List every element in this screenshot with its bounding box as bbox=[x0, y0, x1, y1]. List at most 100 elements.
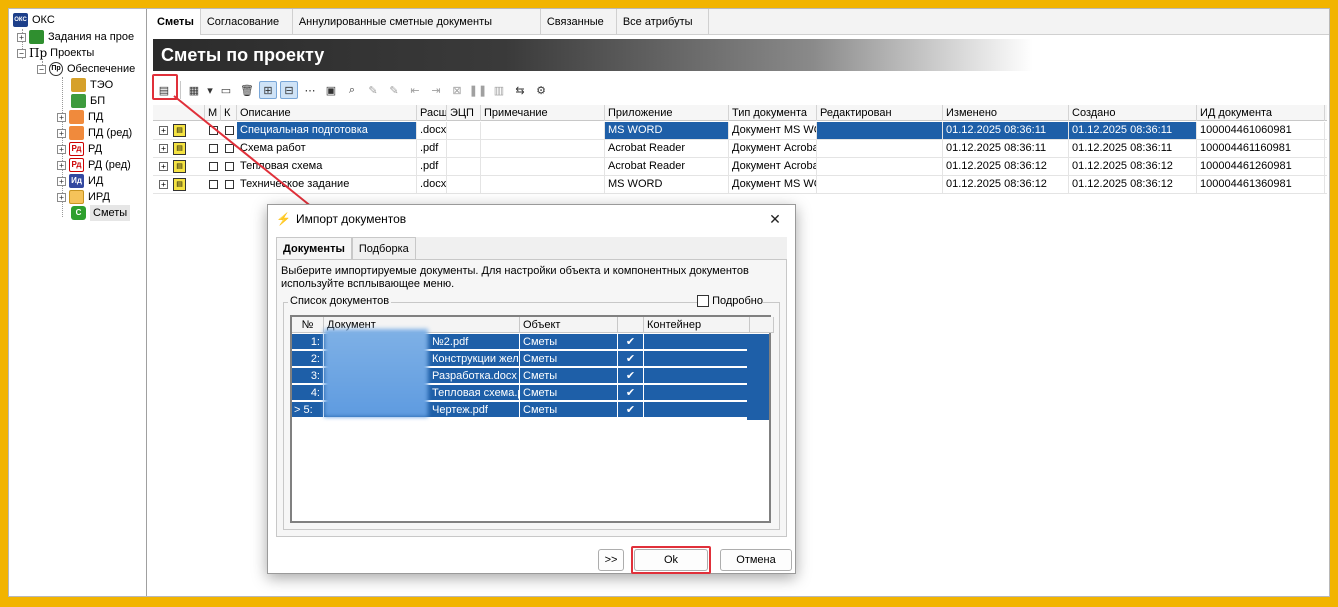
expand-icon[interactable]: + bbox=[159, 180, 168, 189]
tab-all-attributes[interactable]: Все атрибуты bbox=[617, 9, 709, 35]
tree-item-support[interactable]: − Пр Обеспечение bbox=[37, 61, 135, 77]
expand-icon[interactable]: + bbox=[57, 128, 66, 138]
expand-icon[interactable]: + bbox=[57, 144, 66, 154]
card-icon[interactable]: ▭ bbox=[217, 81, 235, 99]
document-icon[interactable]: ▣ bbox=[322, 81, 340, 99]
tab-documents[interactable]: Документы bbox=[276, 237, 352, 261]
expand-icon[interactable]: + bbox=[159, 162, 168, 171]
check-icon[interactable]: ✔ bbox=[618, 334, 644, 350]
expand-icon[interactable]: + bbox=[57, 112, 66, 122]
cell-type: Документ MS WO bbox=[729, 122, 817, 139]
checkbox-k[interactable] bbox=[225, 180, 234, 189]
document-search-icon[interactable]: ⌕ bbox=[343, 81, 361, 99]
tree-item-rd[interactable]: + Рд РД bbox=[57, 141, 102, 157]
import-documents-grid[interactable]: № Документ Объект Контейнер 1: №2.pdf См… bbox=[290, 315, 774, 523]
tab-approval[interactable]: Согласование bbox=[201, 9, 293, 35]
view-grid-icon[interactable]: ▦ bbox=[185, 81, 203, 99]
settings-doc-icon[interactable]: ⚙ bbox=[532, 81, 550, 99]
edit-search-icon[interactable]: ✎ bbox=[385, 81, 403, 99]
checkbox-icon[interactable] bbox=[697, 295, 710, 307]
tree-item-smety[interactable]: С Сметы bbox=[71, 205, 131, 221]
table-row[interactable]: + ▤ Тепловая схема .pdf Acrobat Reader Д… bbox=[153, 158, 1327, 176]
tree-item-rd-red[interactable]: + Рд РД (ред) bbox=[57, 157, 131, 173]
dots-icon[interactable]: ⋯ bbox=[301, 81, 319, 99]
tree-item-pd-red[interactable]: + ПД (ред) bbox=[57, 125, 132, 141]
trash-icon[interactable]: 🗑 bbox=[238, 81, 256, 99]
tree-item-projects[interactable]: − Пр Проекты bbox=[17, 45, 94, 61]
expand-icon[interactable]: + bbox=[57, 192, 66, 202]
col-num[interactable]: № bbox=[292, 317, 324, 333]
expand-icon[interactable]: + bbox=[159, 144, 168, 153]
rd-icon: Рд bbox=[69, 142, 84, 156]
check-icon[interactable]: ✔ bbox=[618, 351, 644, 367]
expand-icon[interactable]: + bbox=[57, 176, 66, 186]
collapse-icon[interactable]: − bbox=[37, 64, 46, 74]
expand-icon[interactable]: + bbox=[57, 160, 66, 170]
more-button[interactable]: >> bbox=[598, 549, 624, 571]
checkbox-m[interactable] bbox=[209, 144, 218, 153]
col-app[interactable]: Приложение bbox=[605, 105, 729, 121]
col-m[interactable]: М bbox=[205, 105, 221, 121]
remove-icon[interactable]: ⊠ bbox=[448, 81, 466, 99]
checkbox-k[interactable] bbox=[225, 126, 234, 135]
checkbox-m[interactable] bbox=[209, 162, 218, 171]
expand-icon[interactable]: + bbox=[17, 32, 26, 42]
collapse-icon[interactable]: − bbox=[17, 48, 26, 58]
project-tree[interactable]: ОКС ОКС + Задания на прое − Пр Проекты −… bbox=[9, 9, 147, 596]
tree-item-id[interactable]: + Ид ИД bbox=[57, 173, 103, 189]
tree-view-icon[interactable]: ⊞ bbox=[259, 81, 277, 99]
checkbox-m[interactable] bbox=[209, 126, 218, 135]
table-row[interactable]: + ▤ Схема работ .pdf Acrobat Reader Доку… bbox=[153, 140, 1327, 158]
check-icon[interactable]: ✔ bbox=[618, 385, 644, 401]
col-description[interactable]: Описание bbox=[237, 105, 417, 121]
documents-grid[interactable]: М К Описание Расш ЭЦП Примечание Приложе… bbox=[153, 105, 1327, 194]
export-icon[interactable]: ⇤ bbox=[406, 81, 424, 99]
stack-icon[interactable]: ▥ bbox=[490, 81, 508, 99]
col-created[interactable]: Создано bbox=[1069, 105, 1197, 121]
scrollbar[interactable] bbox=[747, 334, 769, 420]
table-row[interactable]: + ▤ Техническое задание .docx MS WORD До… bbox=[153, 176, 1327, 194]
tab-cancelled[interactable]: Аннулированные сметные документы bbox=[293, 9, 541, 35]
col-edited[interactable]: Редактирован bbox=[817, 105, 943, 121]
col-check[interactable] bbox=[618, 317, 644, 333]
pause-icon[interactable]: ❚❚ bbox=[469, 81, 487, 99]
tree-item-tasks[interactable]: + Задания на прое bbox=[17, 29, 134, 45]
hierarchy-icon[interactable]: ⊟ bbox=[280, 81, 298, 99]
cell-id: 100004461260981 bbox=[1197, 158, 1325, 175]
tree-item-pd[interactable]: + ПД bbox=[57, 109, 103, 125]
check-icon[interactable]: ✔ bbox=[618, 402, 644, 418]
dialog-tabs: Документы Подборка bbox=[276, 237, 416, 261]
tree-item-oks[interactable]: ОКС ОКС bbox=[13, 12, 55, 28]
checkbox-k[interactable] bbox=[225, 162, 234, 171]
tree-item-ird[interactable]: + ИРД bbox=[57, 189, 110, 205]
detail-checkbox[interactable]: Подробно bbox=[697, 295, 763, 307]
edit-icon[interactable]: ✎ bbox=[364, 81, 382, 99]
chevron-down-icon[interactable]: ▾ bbox=[206, 81, 214, 99]
table-row[interactable]: + ▤ Специальная подготовка .docx MS WORD… bbox=[153, 122, 1327, 140]
project-icon: Пр bbox=[29, 46, 48, 60]
col-object[interactable]: Объект bbox=[520, 317, 618, 333]
col-signature[interactable]: ЭЦП bbox=[447, 105, 481, 121]
tree-item-teo[interactable]: ТЭО bbox=[71, 77, 113, 93]
col-changed[interactable]: Изменено bbox=[943, 105, 1069, 121]
col-ext[interactable]: Расш bbox=[417, 105, 447, 121]
cancel-button[interactable]: Отмена bbox=[720, 549, 792, 571]
swap-icon[interactable]: ⇆ bbox=[511, 81, 529, 99]
col-note[interactable]: Примечание bbox=[481, 105, 605, 121]
col-k[interactable]: К bbox=[221, 105, 237, 121]
col-container[interactable]: Контейнер bbox=[644, 317, 750, 333]
tree-item-label: ОКС bbox=[32, 14, 55, 26]
import-doc-icon[interactable]: ⇥ bbox=[427, 81, 445, 99]
tree-item-bp[interactable]: БП bbox=[71, 93, 105, 109]
checkbox-k[interactable] bbox=[225, 144, 234, 153]
col-doc-id[interactable]: ИД документа bbox=[1197, 105, 1325, 121]
tab-selection[interactable]: Подборка bbox=[351, 237, 416, 259]
check-icon[interactable]: ✔ bbox=[618, 368, 644, 384]
checkbox-m[interactable] bbox=[209, 180, 218, 189]
tree-item-label: Проекты bbox=[50, 47, 95, 59]
tab-smety[interactable]: Сметы bbox=[151, 9, 201, 35]
close-icon[interactable]: ✕ bbox=[765, 209, 785, 229]
tab-related[interactable]: Связанные bbox=[541, 9, 617, 35]
expand-icon[interactable]: + bbox=[159, 126, 168, 135]
col-doc-type[interactable]: Тип документа bbox=[729, 105, 817, 121]
